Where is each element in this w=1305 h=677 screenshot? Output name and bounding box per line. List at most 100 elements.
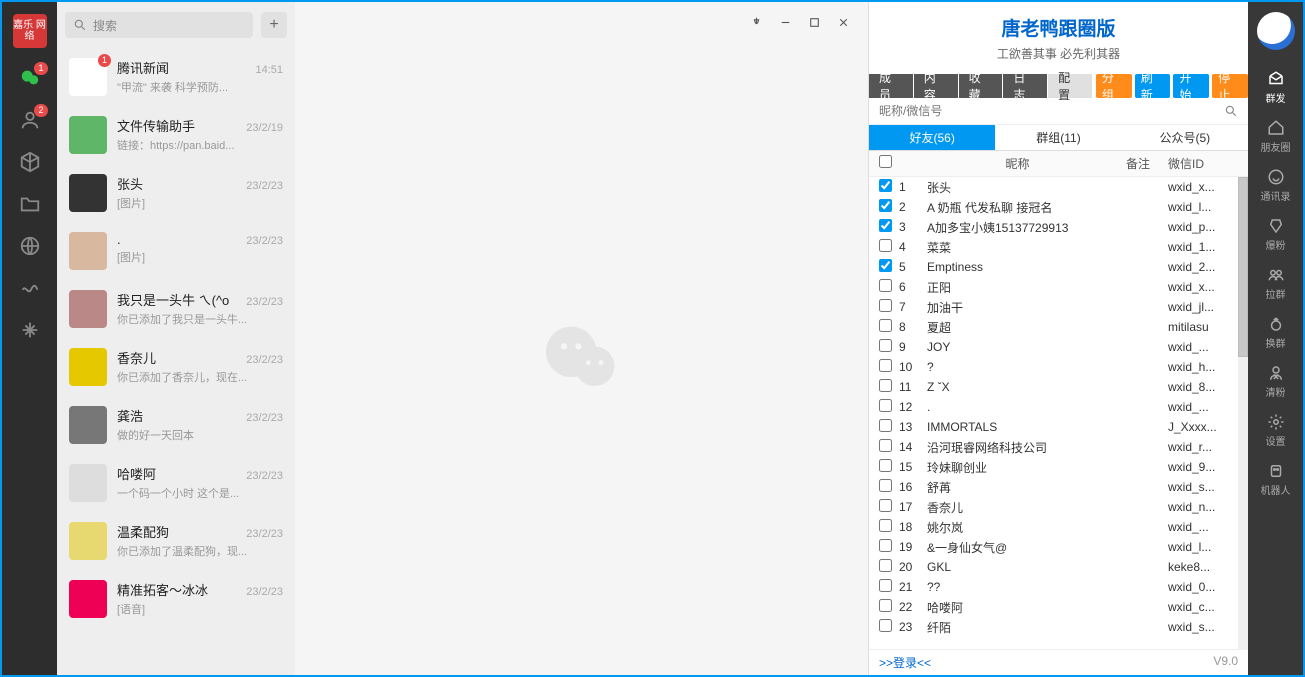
row-checkbox[interactable]	[879, 599, 892, 612]
contacts-icon[interactable]: 2	[18, 108, 42, 132]
chat-item[interactable]: 哈喽阿 23/2/23 一个码一个小时 这个是...	[57, 454, 295, 512]
row-checkbox[interactable]	[879, 319, 892, 332]
tab-成员[interactable]: 成员	[869, 74, 914, 98]
table-row[interactable]: 9 JOY wxid_...	[869, 337, 1248, 357]
row-checkbox[interactable]	[879, 439, 892, 452]
row-checkbox[interactable]	[879, 539, 892, 552]
row-checkbox[interactable]	[879, 239, 892, 252]
rnav-设置[interactable]: 设置	[1266, 413, 1286, 448]
table-row[interactable]: 5 Emptiness wxid_2...	[869, 257, 1248, 277]
panel-search-input[interactable]	[879, 104, 1224, 118]
row-checkbox[interactable]	[879, 479, 892, 492]
cube-icon[interactable]	[18, 150, 42, 174]
rnav-清粉[interactable]: 清粉	[1266, 364, 1286, 399]
table-row[interactable]: 11 Z ˇX wxid_8...	[869, 377, 1248, 397]
table-row[interactable]: 22 哈喽阿 wxid_c...	[869, 597, 1248, 617]
row-checkbox[interactable]	[879, 339, 892, 352]
pin-icon[interactable]	[750, 16, 763, 29]
rnav-通讯录[interactable]: 通讯录	[1261, 168, 1291, 203]
sparkle-icon[interactable]	[18, 318, 42, 342]
select-all-checkbox[interactable]	[879, 155, 892, 168]
table-row[interactable]: 1 张头 wxid_x...	[869, 177, 1248, 197]
tab-配置[interactable]: 配置	[1048, 74, 1093, 98]
action-开始[interactable]: 开始	[1173, 74, 1209, 98]
table-row[interactable]: 13 IMMORTALS J_Xxxx...	[869, 417, 1248, 437]
row-checkbox[interactable]	[879, 359, 892, 372]
folder-icon[interactable]	[18, 192, 42, 216]
row-checkbox[interactable]	[879, 399, 892, 412]
chat-item[interactable]: 1 腾讯新闻 14:51 "甲流" 来袭 科学预防...	[57, 48, 295, 106]
tab-收藏[interactable]: 收藏	[959, 74, 1004, 98]
category-tab[interactable]: 群组(11)	[995, 125, 1121, 150]
chat-list[interactable]: 1 腾讯新闻 14:51 "甲流" 来袭 科学预防... 文件传输助手 23/2…	[57, 48, 295, 675]
chat-icon[interactable]: 1	[18, 66, 42, 90]
wave-icon[interactable]	[18, 276, 42, 300]
globe-icon[interactable]	[18, 234, 42, 258]
row-checkbox[interactable]	[879, 459, 892, 472]
login-link[interactable]: >>登录<<	[879, 654, 931, 671]
table-row[interactable]: 20 GKL keke8...	[869, 557, 1248, 577]
action-停止[interactable]: 停止	[1212, 74, 1248, 98]
table-row[interactable]: 19 &一身仙女气@ wxid_l...	[869, 537, 1248, 557]
chat-item[interactable]: 我只是一头牛 ㄟ(^o 23/2/23 你已添加了我只是一头牛...	[57, 280, 295, 338]
table-row[interactable]: 12 . wxid_...	[869, 397, 1248, 417]
contact-rows[interactable]: 1 张头 wxid_x... 2 A 奶瓶 代发私聊 接冠名 wxid_l...…	[869, 177, 1248, 649]
table-row[interactable]: 3 A加多宝小姨15137729913 wxid_p...	[869, 217, 1248, 237]
row-checkbox[interactable]	[879, 579, 892, 592]
table-row[interactable]: 10 ? wxid_h...	[869, 357, 1248, 377]
row-checkbox[interactable]	[879, 559, 892, 572]
row-checkbox[interactable]	[879, 299, 892, 312]
table-row[interactable]: 8 夏超 mitilasu	[869, 317, 1248, 337]
chat-item[interactable]: 温柔配狗 23/2/23 你已添加了温柔配狗，现...	[57, 512, 295, 570]
table-row[interactable]: 17 香奈儿 wxid_n...	[869, 497, 1248, 517]
row-checkbox[interactable]	[879, 199, 892, 212]
action-刷新[interactable]: 刷新	[1135, 74, 1171, 98]
chat-item[interactable]: 张头 23/2/23 [图片]	[57, 164, 295, 222]
row-checkbox[interactable]	[879, 499, 892, 512]
table-row[interactable]: 4 菜菜 wxid_1...	[869, 237, 1248, 257]
row-checkbox[interactable]	[879, 379, 892, 392]
row-checkbox[interactable]	[879, 279, 892, 292]
row-nick: 沿河珉睿网络科技公司	[927, 439, 1108, 456]
row-checkbox[interactable]	[879, 619, 892, 632]
row-checkbox[interactable]	[879, 259, 892, 272]
table-row[interactable]: 7 加油干 wxid_jl...	[869, 297, 1248, 317]
chat-item[interactable]: 龚浩 23/2/23 做的好一天回本	[57, 396, 295, 454]
add-button[interactable]: +	[261, 12, 287, 38]
row-checkbox[interactable]	[879, 179, 892, 192]
chat-item[interactable]: 精准拓客～冰冰 23/2/23 [语音]	[57, 570, 295, 628]
tab-日志[interactable]: 日志	[1003, 74, 1048, 98]
rnav-群发[interactable]: 群发	[1266, 70, 1286, 105]
tab-内容[interactable]: 内容	[914, 74, 959, 98]
rnav-拉群[interactable]: 拉群	[1266, 266, 1286, 301]
chat-item[interactable]: 香奈儿 23/2/23 你已添加了香奈儿，现在...	[57, 338, 295, 396]
row-checkbox[interactable]	[879, 519, 892, 532]
rnav-机器人[interactable]: 机器人	[1261, 462, 1291, 497]
table-row[interactable]: 23 纤陌 wxid_s...	[869, 617, 1248, 637]
row-checkbox[interactable]	[879, 219, 892, 232]
search-input[interactable]: 搜索	[65, 12, 253, 38]
search-icon[interactable]	[1224, 104, 1238, 118]
category-tab[interactable]: 公众号(5)	[1122, 125, 1248, 150]
table-row[interactable]: 16 舒苒 wxid_s...	[869, 477, 1248, 497]
row-nick: 夏超	[927, 319, 1108, 336]
chat-item[interactable]: 文件传输助手 23/2/19 链接：https://pan.baid...	[57, 106, 295, 164]
rnav-爆粉[interactable]: 爆粉	[1266, 217, 1286, 252]
search-placeholder: 搜索	[93, 17, 117, 34]
rnav-换群[interactable]: 换群	[1266, 315, 1286, 350]
rnav-朋友圈[interactable]: 朋友圈	[1261, 119, 1291, 154]
close-icon[interactable]	[837, 16, 850, 29]
minimize-icon[interactable]	[779, 16, 792, 29]
chat-item[interactable]: . 23/2/23 [图片]	[57, 222, 295, 280]
action-分组[interactable]: 分组	[1096, 74, 1132, 98]
category-tab[interactable]: 好友(56)	[869, 125, 995, 150]
table-row[interactable]: 6 正阳 wxid_x...	[869, 277, 1248, 297]
scrollbar[interactable]	[1238, 177, 1248, 649]
table-row[interactable]: 15 玲妹聊创业 wxid_9...	[869, 457, 1248, 477]
row-checkbox[interactable]	[879, 419, 892, 432]
table-row[interactable]: 21 ?? wxid_0...	[869, 577, 1248, 597]
table-row[interactable]: 14 沿河珉睿网络科技公司 wxid_r...	[869, 437, 1248, 457]
table-row[interactable]: 2 A 奶瓶 代发私聊 接冠名 wxid_l...	[869, 197, 1248, 217]
maximize-icon[interactable]	[808, 16, 821, 29]
table-row[interactable]: 18 姚尔岚 wxid_...	[869, 517, 1248, 537]
